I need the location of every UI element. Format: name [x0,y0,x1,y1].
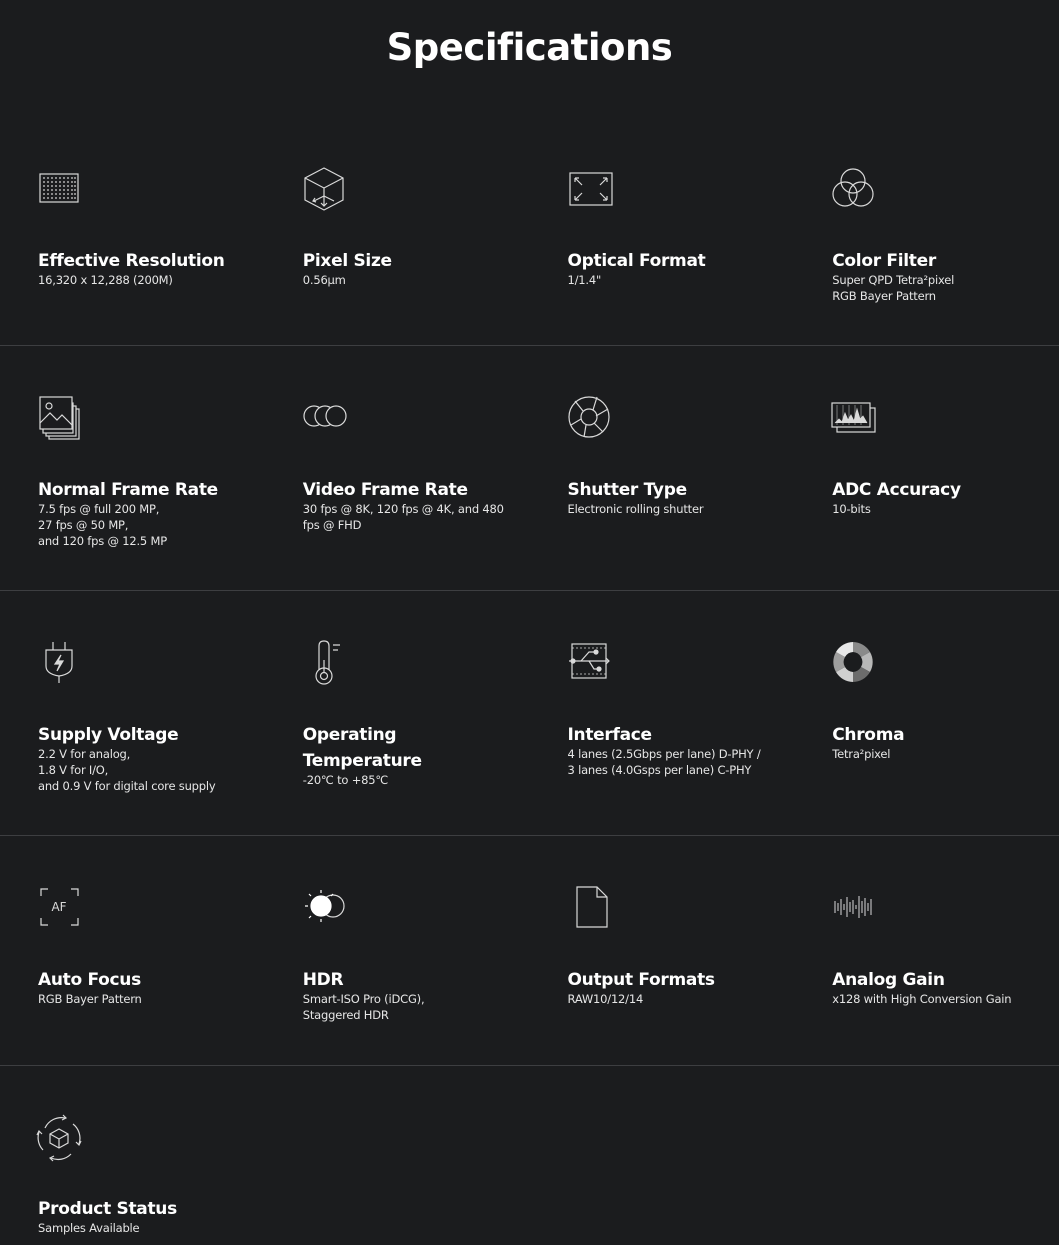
spec-item-normal-frame-rate: Normal Frame Rate 7.5 fps @ full 200 MP,… [0,395,265,549]
spec-item-effective-resolution: Effective Resolution 16,320 x 12,288 (20… [0,166,265,304]
spec-value: 2.2 V for analog, 1.8 V for I/O, and 0.9… [38,747,216,793]
grid-sensor-icon [35,166,83,214]
row-divider [0,835,1059,836]
spec-item-adc-accuracy: ADC Accuracy 10-bits [794,395,1059,549]
spec-label: Supply Voltage [38,725,179,745]
interface-circuit-icon [565,640,613,688]
spec-row-1: Effective Resolution 16,320 x 12,288 (20… [0,166,1059,304]
spec-item-pixel-size: Pixel Size 0.56µm [265,166,530,304]
spec-value: Super QPD Tetra²pixel RGB Bayer Pattern [832,273,955,303]
spec-value: -20℃ to +85℃ [302,773,389,787]
spec-label: HDR [302,970,344,990]
spec-label: ADC Accuracy [832,480,961,500]
row-divider [0,345,1059,346]
spec-value: 1/1.4" [567,273,602,287]
expand-arrows-icon [565,166,613,214]
spec-label: Optical Format [567,251,706,271]
image-stack-icon [35,395,83,443]
pixel-cube-icon [300,166,348,214]
spec-item-operating-temperature: Operating Temperature -20℃ to +85℃ [265,640,530,794]
spec-row-3: Supply Voltage 2.2 V for analog, 1.8 V f… [0,640,1059,794]
spec-value: 7.5 fps @ full 200 MP, 27 fps @ 50 MP, a… [38,502,167,548]
spec-row-5: Product Status Samples Available [0,1114,1059,1236]
spec-label: Video Frame Rate [302,480,468,500]
spec-value: Tetra²pixel [832,747,891,761]
spec-item-analog-gain: Analog Gain x128 with High Conversion Ga… [794,885,1059,1023]
spec-value: 10-bits [832,502,871,516]
spec-value: 30 fps @ 8K, 120 fps @ 4K, and 480 fps @… [302,502,504,532]
spec-item-interface: Interface 4 lanes (2.5Gbps per lane) D-P… [530,640,795,794]
spec-label: Shutter Type [567,480,688,500]
triple-circle-icon [300,395,348,443]
spec-value: RAW10/12/14 [567,992,644,1006]
spec-value: Electronic rolling shutter [567,502,704,516]
hdr-sun-icon [300,885,348,933]
spec-label: Analog Gain [832,970,945,990]
spec-item-chroma: Chroma Tetra²pixel [794,640,1059,794]
cycle-cube-icon [35,1114,83,1162]
spec-label: Effective Resolution [38,251,225,271]
autofocus-icon: AF [35,885,83,933]
spec-label: Chroma [832,725,905,745]
chroma-ring-icon [829,640,877,688]
spec-label: Auto Focus [38,970,141,990]
document-icon [565,885,613,933]
page-title: Specifications [386,26,673,69]
spec-label: Pixel Size [302,251,392,271]
thermometer-icon [300,640,348,688]
spec-value: Smart-ISO Pro (iDCG), Staggered HDR [302,992,425,1022]
spec-label: Normal Frame Rate [38,480,218,500]
spec-item-optical-format: Optical Format 1/1.4" [530,166,795,304]
spec-value: 16,320 x 12,288 (200M) [38,273,173,287]
spec-label: Operating Temperature [302,725,422,771]
spec-value: RGB Bayer Pattern [38,992,142,1006]
spec-row-2: Normal Frame Rate 7.5 fps @ full 200 MP,… [0,395,1059,549]
spec-value: 0.56µm [302,273,346,287]
spec-label: Interface [567,725,653,745]
spec-row-4: AF Auto Focus RGB Bayer Pattern HDR Smar… [0,885,1059,1023]
spec-item-shutter-type: Shutter Type Electronic rolling shutter [530,395,795,549]
spec-value: Samples Available [38,1221,140,1235]
histogram-icon [829,395,877,443]
spec-value: 4 lanes (2.5Gbps per lane) D-PHY / 3 lan… [567,747,761,777]
row-divider [0,1065,1059,1066]
spec-item-hdr: HDR Smart-ISO Pro (iDCG), Staggered HDR [265,885,530,1023]
spec-label: Output Formats [567,970,716,990]
autofocus-icon-text: AF [51,900,66,914]
spec-value: x128 with High Conversion Gain [832,992,1012,1006]
spec-item-output-formats: Output Formats RAW10/12/14 [530,885,795,1023]
power-plug-icon [35,640,83,688]
spec-item-auto-focus: AF Auto Focus RGB Bayer Pattern [0,885,265,1023]
spec-item-video-frame-rate: Video Frame Rate 30 fps @ 8K, 120 fps @ … [265,395,530,549]
spec-item-supply-voltage: Supply Voltage 2.2 V for analog, 1.8 V f… [0,640,265,794]
aperture-icon [565,395,613,443]
waveform-icon [829,885,877,933]
spec-item-product-status: Product Status Samples Available [0,1114,273,1236]
spec-label: Product Status [38,1199,177,1219]
rgb-circles-icon [829,166,877,214]
spec-item-color-filter: Color Filter Super QPD Tetra²pixel RGB B… [794,166,1059,304]
row-divider [0,590,1059,591]
spec-label: Color Filter [832,251,936,271]
